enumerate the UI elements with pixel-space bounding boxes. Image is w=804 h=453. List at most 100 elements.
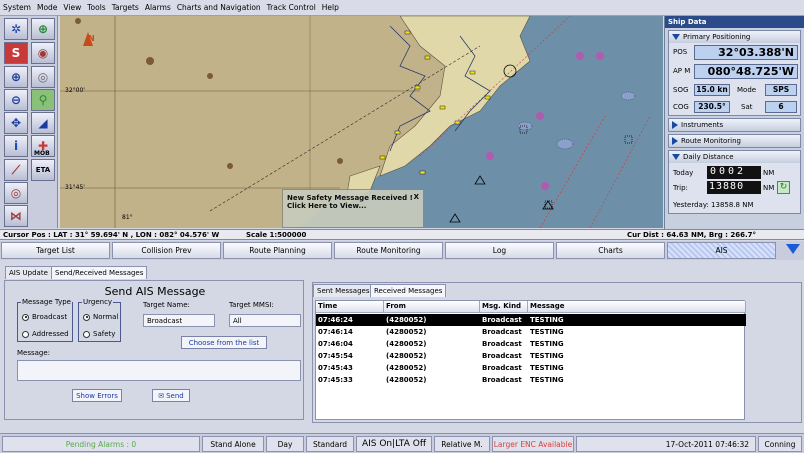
menu-targets[interactable]: Targets: [112, 3, 139, 12]
instruments-label: Instruments: [681, 121, 724, 129]
ship-center-icon[interactable]: ✲: [4, 18, 28, 40]
cog-label: COG: [673, 103, 689, 111]
addressed-radio[interactable]: Addressed: [22, 330, 69, 338]
pending-alarms[interactable]: Pending Alarms : 0: [2, 436, 200, 452]
collapse-icon: [672, 34, 680, 40]
menu-charts-navigation[interactable]: Charts and Navigation: [177, 3, 261, 12]
magnifier-icon[interactable]: ⚲: [31, 89, 55, 111]
pos-label: POS: [673, 48, 688, 56]
bottom-status-bar: Pending Alarms : 0 Stand Alone Day Stand…: [0, 433, 804, 453]
cell-time: 07:46:04: [318, 340, 353, 348]
target-name-label: Target Name:: [143, 301, 190, 309]
menu-bar: System Mode View Tools Targets Alarms Ch…: [0, 0, 804, 16]
tab-ais[interactable]: AIS: [667, 242, 776, 259]
menu-mode[interactable]: Mode: [37, 3, 57, 12]
send-ais-panel: Send AIS Message Message Type Broadcast …: [4, 280, 304, 420]
col-message[interactable]: Message: [528, 301, 746, 313]
info-icon[interactable]: i: [4, 135, 28, 157]
reset-trip-icon[interactable]: ↻: [777, 181, 790, 194]
table-row[interactable]: 07:45:33 (4280052) Broadcast TESTING: [316, 374, 746, 386]
trip-nm: NM: [763, 184, 775, 192]
safety-message-popup[interactable]: New Safety Message Received ! Click Here…: [282, 189, 424, 228]
menu-help[interactable]: Help: [322, 3, 339, 12]
table-row[interactable]: 07:45:43 (4280052) Broadcast TESTING: [316, 362, 746, 374]
broadcast-radio[interactable]: Broadcast: [22, 313, 67, 321]
normal-radio[interactable]: Normal: [83, 313, 118, 321]
target-icon[interactable]: ◉: [31, 42, 55, 64]
chart-scale: Scale 1:500000: [246, 231, 307, 239]
tab-collision-prev[interactable]: Collision Prev: [112, 242, 221, 259]
cell-message: TESTING: [530, 364, 564, 372]
table-row[interactable]: 07:45:54 (4280052) Broadcast TESTING: [316, 350, 746, 362]
crosshair-icon[interactable]: ⊕: [31, 18, 55, 40]
menu-tools[interactable]: Tools: [87, 3, 105, 12]
tab-log[interactable]: Log: [445, 242, 554, 259]
show-errors-button[interactable]: Show Errors: [72, 389, 122, 402]
conning-button[interactable]: Conning: [758, 436, 802, 452]
table-row[interactable]: 07:46:24 (4280052) Broadcast TESTING: [316, 314, 746, 326]
tab-send-received[interactable]: Send/Received Messages: [51, 266, 148, 279]
cell-time: 07:46:14: [318, 328, 353, 336]
today-label: Today: [673, 169, 694, 177]
addressed-label: Addressed: [32, 330, 69, 338]
tab-route-planning[interactable]: Route Planning: [223, 242, 332, 259]
messages-panel: Sent Messages Received Messages Time Fro…: [312, 282, 802, 423]
route-monitoring-section[interactable]: Route Monitoring: [668, 134, 801, 148]
tab-route-monitoring[interactable]: Route Monitoring: [334, 242, 443, 259]
daily-distance-section: Daily Distance Today 0002 NM Trip: 13880…: [668, 150, 801, 214]
target-mmsi-input[interactable]: All: [229, 314, 301, 327]
col-time[interactable]: Time: [316, 301, 384, 313]
settings-icon[interactable]: ◎: [31, 66, 55, 88]
lon-label: 81°: [122, 214, 133, 221]
zoom-in-icon[interactable]: ⊕: [4, 66, 28, 88]
cell-kind: Broadcast: [482, 376, 522, 384]
safety-radio[interactable]: Safety: [83, 330, 115, 338]
relative-motion[interactable]: Relative M.: [434, 436, 490, 452]
cell-time: 07:45:43: [318, 364, 353, 372]
eta-icon[interactable]: ETA: [31, 159, 55, 181]
display-standard[interactable]: Standard: [306, 436, 354, 452]
ruler-icon[interactable]: ◢: [31, 112, 55, 134]
send-button[interactable]: ✉ Send: [152, 389, 190, 402]
table-row[interactable]: 07:46:14 (4280052) Broadcast TESTING: [316, 326, 746, 338]
pan-arrows-icon[interactable]: ✥: [4, 112, 28, 134]
apm-value: 080°48.725'W: [694, 64, 798, 79]
cell-from: (4280052): [386, 364, 427, 372]
message-input[interactable]: [17, 360, 301, 381]
stand-alone-status[interactable]: Stand Alone: [202, 436, 264, 452]
menu-track-control[interactable]: Track Control: [267, 3, 316, 12]
target-name-input[interactable]: Broadcast: [143, 314, 215, 327]
tab-ais-update[interactable]: AIS Update: [5, 266, 52, 279]
larger-enc-available[interactable]: Larger ENC Available: [492, 436, 574, 452]
menu-alarms[interactable]: Alarms: [145, 3, 171, 12]
line-tool-icon[interactable]: ⟋: [4, 159, 28, 181]
s-mode-icon[interactable]: S: [4, 42, 28, 64]
col-msg-kind[interactable]: Msg. Kind: [480, 301, 528, 313]
route-tool-icon[interactable]: ⋈: [4, 205, 28, 227]
ais-lta-status[interactable]: AIS On|LTA Off: [356, 436, 432, 452]
cell-kind: Broadcast: [482, 352, 522, 360]
instruments-section[interactable]: Instruments: [668, 118, 801, 132]
daily-distance-header[interactable]: Daily Distance: [669, 151, 800, 163]
expand-icon: [672, 121, 678, 129]
menu-view[interactable]: View: [63, 3, 81, 12]
table-row[interactable]: 07:46:04 (4280052) Broadcast TESTING: [316, 338, 746, 350]
zoom-out-icon[interactable]: ⊖: [4, 89, 28, 111]
primary-positioning-header[interactable]: Primary Positioning: [669, 31, 800, 43]
alarm-ring-icon[interactable]: ◎: [4, 182, 28, 204]
tab-sent-messages[interactable]: Sent Messages: [313, 284, 374, 297]
tab-charts[interactable]: Charts: [556, 242, 665, 259]
tab-target-list[interactable]: Target List: [1, 242, 110, 259]
close-icon[interactable]: X: [414, 193, 419, 201]
primary-positioning-section: Primary Positioning POS 32°03.388'N AP M…: [668, 30, 801, 116]
nautical-chart[interactable]: N 32°00' 31°45' 81° New Safety Message R…: [60, 16, 663, 228]
menu-system[interactable]: System: [3, 3, 31, 12]
day-mode[interactable]: Day: [266, 436, 304, 452]
choose-from-list-button[interactable]: Choose from the list: [181, 336, 267, 349]
tab-received-messages[interactable]: Received Messages: [370, 284, 447, 297]
col-from[interactable]: From: [384, 301, 480, 313]
primary-positioning-label: Primary Positioning: [683, 33, 751, 41]
panel-collapse-icon[interactable]: [786, 244, 800, 254]
mob-label: MOB: [34, 150, 50, 157]
sog-value: 15.0 kn: [694, 84, 730, 96]
